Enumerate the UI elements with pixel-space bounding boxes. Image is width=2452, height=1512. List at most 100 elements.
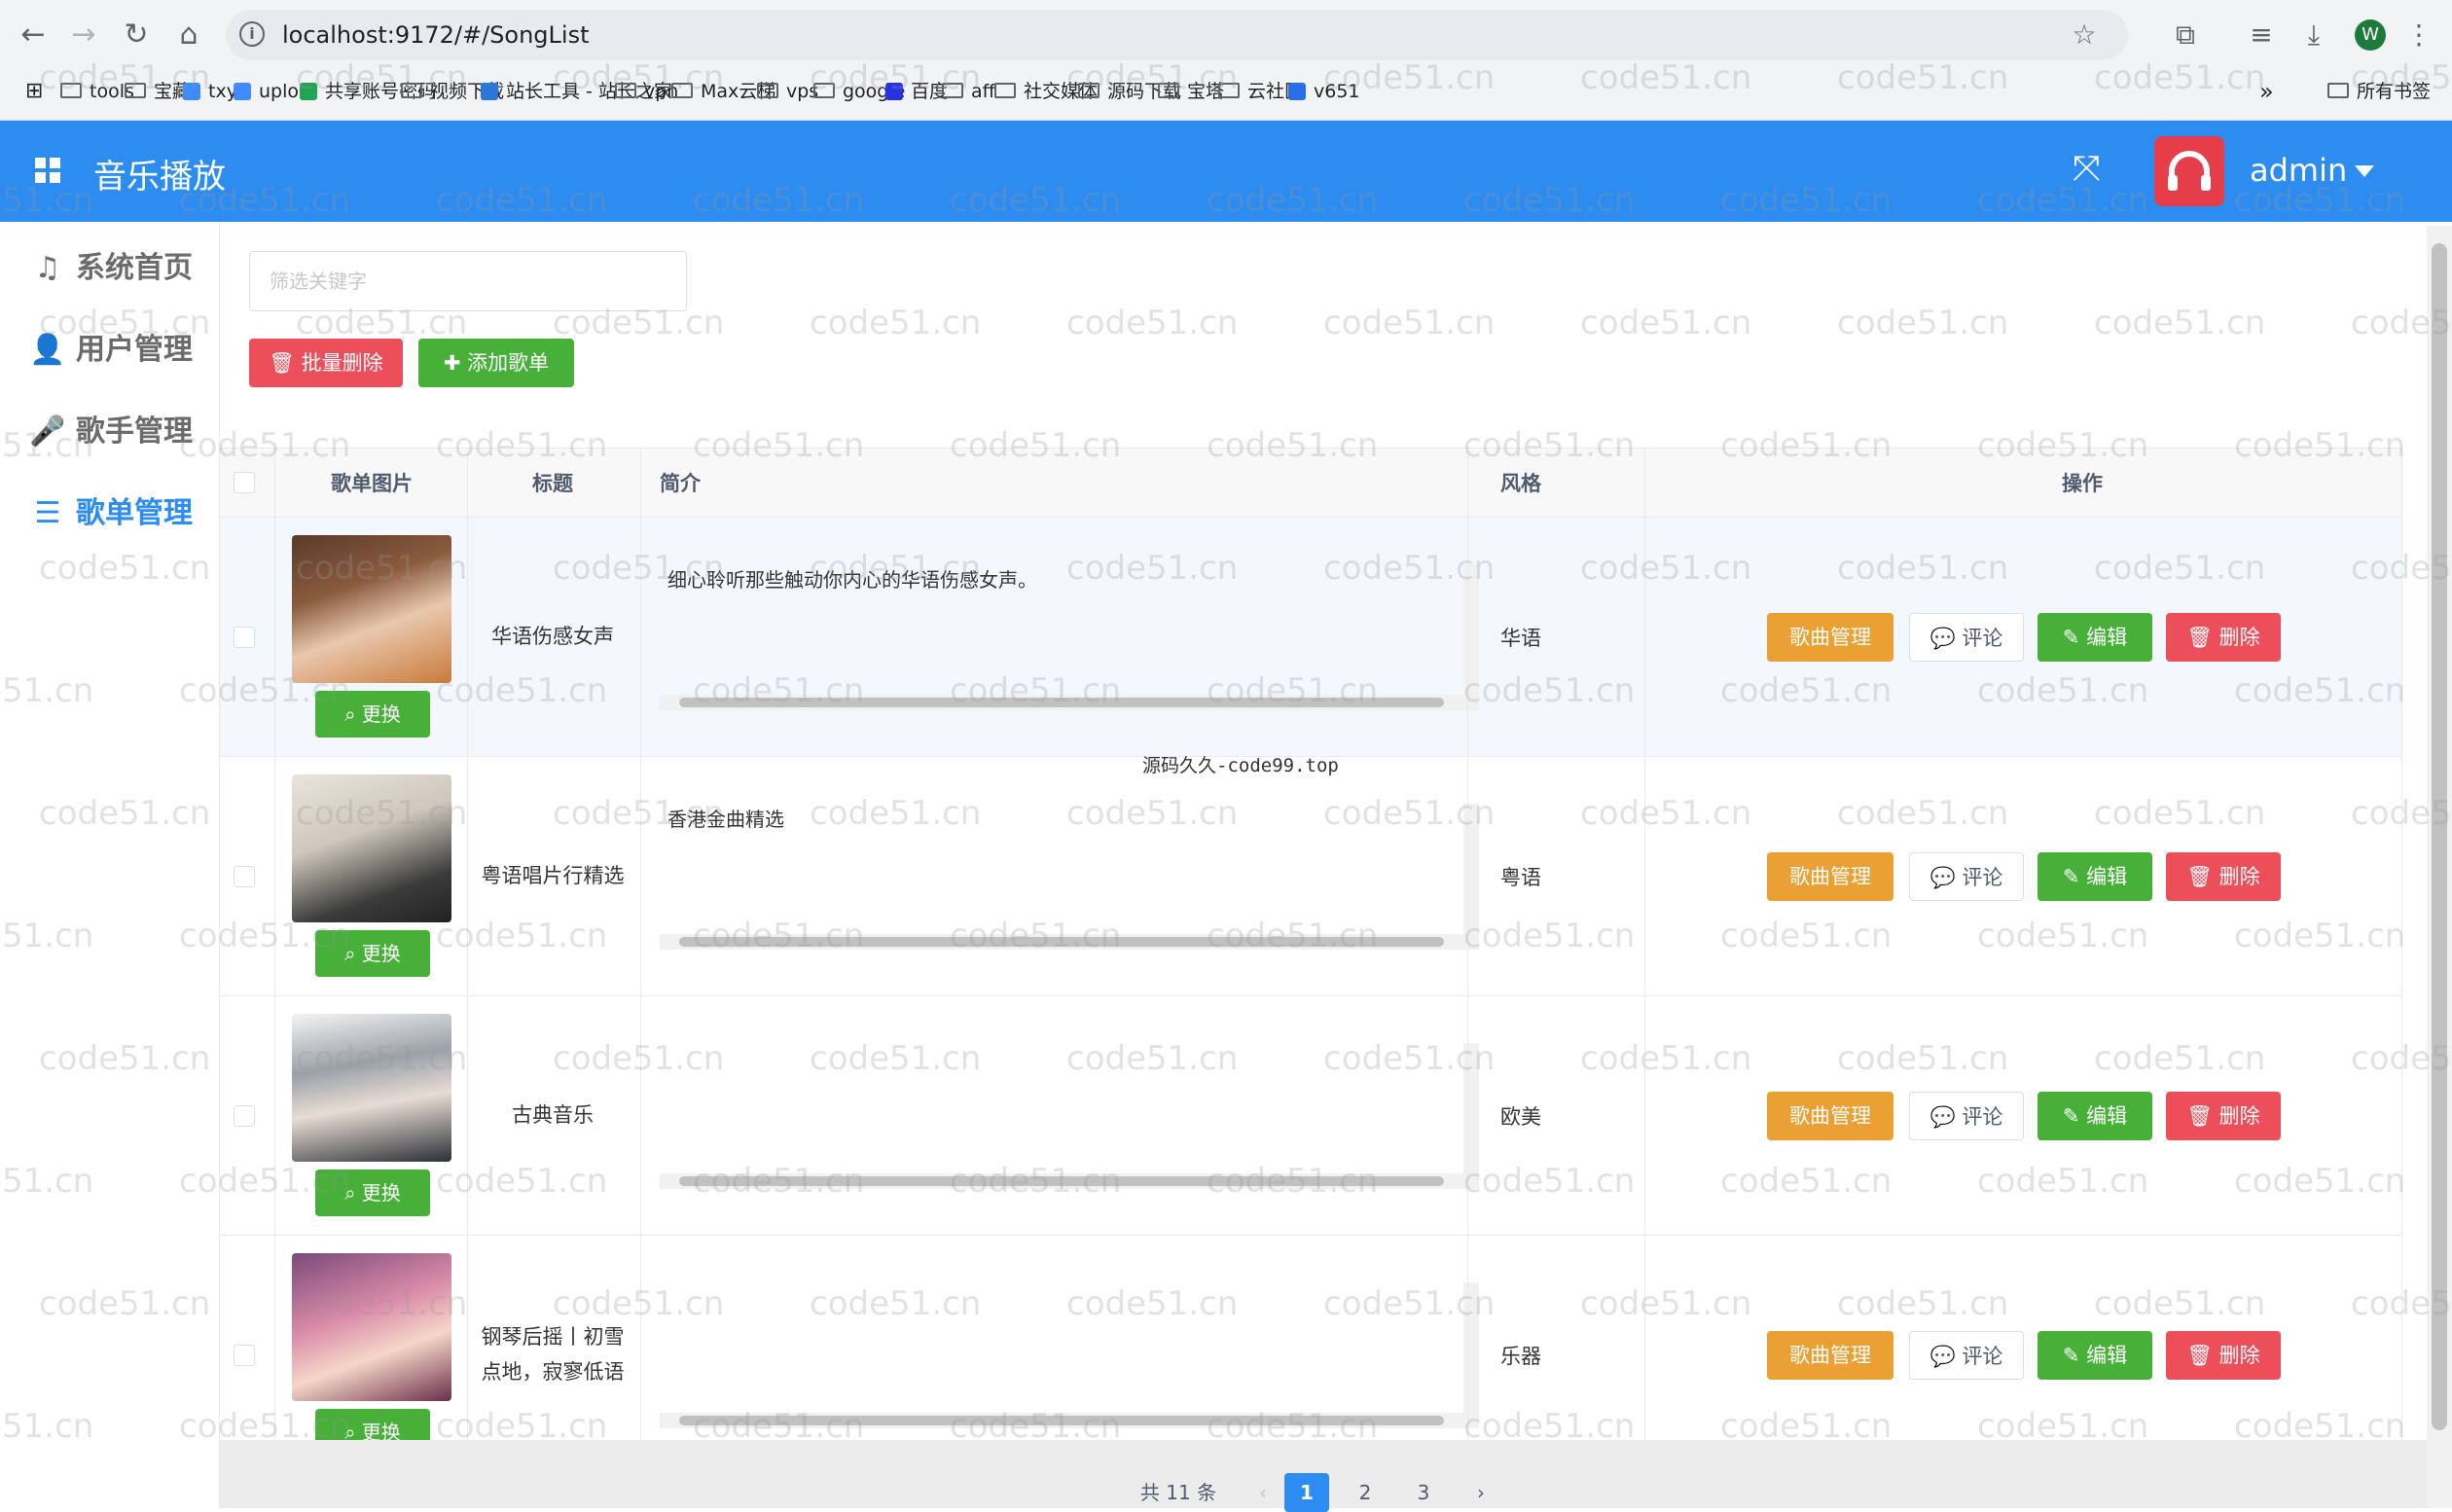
page-scrollbar[interactable]: [2427, 226, 2452, 1508]
delete-button[interactable]: 🗑 删除: [2166, 613, 2281, 662]
comment-icon: 💬: [1929, 1345, 1963, 1368]
profile-avatar[interactable]: W: [2355, 19, 2386, 51]
site-info-icon[interactable]: i: [239, 21, 265, 47]
sidebar-item-3[interactable]: ☰ 歌单管理: [27, 485, 212, 543]
intro-textarea[interactable]: 细心聆听那些触动你内心的华语伤感女声。: [660, 564, 1479, 710]
pagination-page-1[interactable]: 1: [1284, 1473, 1329, 1512]
scrollbar-thumb[interactable]: [679, 937, 1444, 947]
sidebar-item-0[interactable]: ♫ 系统首页: [27, 239, 212, 298]
bookmark-15[interactable]: 宝塔: [1158, 78, 1224, 105]
table-row: ⌕ 更换 钢琴后摇丨初雪点地，寂寥低语 乐器 歌曲管理 💬 评论 ✎ 编辑 🗑 删除: [220, 1236, 2401, 1444]
song-manage-button[interactable]: 歌曲管理: [1767, 1331, 1893, 1380]
intro-textarea[interactable]: 香港金曲精选: [660, 804, 1479, 950]
song-manage-button[interactable]: 歌曲管理: [1767, 613, 1893, 662]
change-image-button[interactable]: ⌕ 更换: [315, 1409, 430, 1443]
folder-icon: [1078, 83, 1100, 98]
intro-horizontal-scrollbar[interactable]: [660, 1173, 1463, 1189]
song-manage-label: 歌曲管理: [1789, 1104, 1871, 1128]
download-icon[interactable]: ⤓: [2294, 16, 2333, 54]
bookmark-0[interactable]: tools: [60, 78, 134, 105]
comment-button[interactable]: 💬 评论: [1909, 1092, 2024, 1140]
change-image-button[interactable]: ⌕ 更换: [315, 691, 430, 738]
site-favicon-icon: [1288, 83, 1306, 100]
song-manage-button[interactable]: 歌曲管理: [1767, 1092, 1893, 1140]
media-control-icon[interactable]: ≡: [2242, 16, 2281, 54]
sidebar-item-2[interactable]: 🎤 歌手管理: [27, 403, 212, 461]
pagination-page-2[interactable]: 2: [1343, 1473, 1388, 1512]
bookmark-17[interactable]: v651: [1288, 78, 1360, 105]
intro-horizontal-scrollbar[interactable]: [660, 695, 1463, 710]
intro-horizontal-scrollbar[interactable]: [660, 934, 1463, 950]
edit-label: 编辑: [2086, 1344, 2128, 1367]
delete-button[interactable]: 🗑 删除: [2166, 1331, 2281, 1380]
pagination-page-3[interactable]: 3: [1401, 1473, 1446, 1512]
header-intro: 简介: [660, 472, 701, 495]
intro-textarea[interactable]: [660, 1282, 1479, 1428]
bookmark-12[interactable]: aff: [942, 78, 995, 105]
fullscreen-icon[interactable]: ⤧: [2073, 150, 2101, 189]
edit-button[interactable]: ✎ 编辑: [2037, 1092, 2152, 1140]
address-bar[interactable]: i localhost:9172/#/SongList ☆: [226, 10, 2128, 60]
bookmark-11[interactable]: 百度: [885, 78, 948, 105]
delete-button[interactable]: 🗑 删除: [2166, 852, 2281, 901]
change-image-button[interactable]: ⌕ 更换: [315, 1170, 430, 1216]
chevron-down-icon[interactable]: [2355, 165, 2374, 177]
edit-button[interactable]: ✎ 编辑: [2037, 852, 2152, 901]
batch-delete-button[interactable]: 🗑 批量删除: [249, 339, 403, 387]
bookmark-star-icon[interactable]: ☆: [2065, 16, 2104, 54]
sidebar-item-label: 歌手管理: [76, 414, 193, 449]
row-checkbox[interactable]: [234, 1345, 255, 1366]
comment-button[interactable]: 💬 评论: [1909, 613, 2024, 662]
intro-textarea[interactable]: [660, 1043, 1479, 1189]
home-icon[interactable]: ⌂: [167, 14, 210, 56]
user-name[interactable]: admin: [2250, 152, 2347, 189]
batch-delete-label: 批量删除: [301, 351, 383, 375]
apps-grid-icon[interactable]: ⊞: [25, 78, 43, 105]
reload-icon[interactable]: ↻: [115, 14, 158, 56]
change-image-label: 更换: [361, 1181, 401, 1205]
songlist-cover-image: [292, 774, 451, 922]
delete-button[interactable]: 🗑 删除: [2166, 1092, 2281, 1140]
trash-icon: 🗑: [2186, 1344, 2219, 1367]
edit-button[interactable]: ✎ 编辑: [2037, 1331, 2152, 1380]
change-image-button[interactable]: ⌕ 更换: [315, 930, 430, 977]
comment-button[interactable]: 💬 评论: [1909, 1331, 2024, 1380]
pagination-next[interactable]: ›: [1461, 1473, 1500, 1512]
all-bookmarks[interactable]: 所有书签: [2327, 78, 2431, 105]
pagination-bar: 共 11 条 ‹ 123 ›: [220, 1440, 2427, 1512]
edit-label: 编辑: [2086, 865, 2128, 888]
back-icon[interactable]: ←: [12, 14, 54, 56]
song-manage-button[interactable]: 歌曲管理: [1767, 852, 1893, 901]
bookmark-1[interactable]: 宝藏: [125, 78, 191, 105]
scrollbar-thumb[interactable]: [679, 1416, 1444, 1425]
scrollbar-thumb[interactable]: [679, 698, 1444, 707]
sidebar-item-1[interactable]: 👤 用户管理: [27, 321, 212, 379]
bookmark-2[interactable]: txy: [183, 78, 237, 105]
bookmark-9[interactable]: vps: [757, 78, 818, 105]
song-manage-label: 歌曲管理: [1789, 626, 1871, 649]
edit-button[interactable]: ✎ 编辑: [2037, 613, 2152, 662]
intro-text: 细心聆听那些触动你内心的华语伤感女声。: [667, 568, 1037, 592]
comment-button[interactable]: 💬 评论: [1909, 852, 2024, 901]
app-title: 音乐播放: [93, 158, 226, 197]
row-checkbox[interactable]: [234, 1105, 255, 1127]
bookmarks-overflow-icon[interactable]: »: [2259, 78, 2274, 105]
bookmark-7[interactable]: vpn: [615, 78, 678, 105]
row-checkbox[interactable]: [234, 627, 255, 648]
app-header: 音乐播放 ⤧ admin: [0, 121, 2452, 222]
extensions-icon[interactable]: ⧉: [2166, 16, 2205, 54]
menu-grid-icon[interactable]: [35, 158, 60, 183]
forward-icon[interactable]: →: [62, 14, 105, 56]
intro-horizontal-scrollbar[interactable]: [660, 1413, 1463, 1428]
scrollbar-thumb[interactable]: [2432, 243, 2447, 1430]
pagination-prev[interactable]: ‹: [1244, 1473, 1282, 1512]
site-favicon-icon: [234, 83, 251, 100]
column-divider: [1644, 448, 1645, 1440]
search-input[interactable]: [249, 251, 687, 311]
overlay-watermark-text: 源码久久-code99.top: [1142, 755, 1339, 776]
browser-menu-icon[interactable]: ⋮: [2399, 16, 2438, 54]
row-checkbox[interactable]: [234, 866, 255, 887]
select-all-checkbox[interactable]: [234, 472, 255, 493]
add-songlist-button[interactable]: ✚ 添加歌单: [418, 339, 574, 387]
scrollbar-thumb[interactable]: [679, 1176, 1444, 1186]
